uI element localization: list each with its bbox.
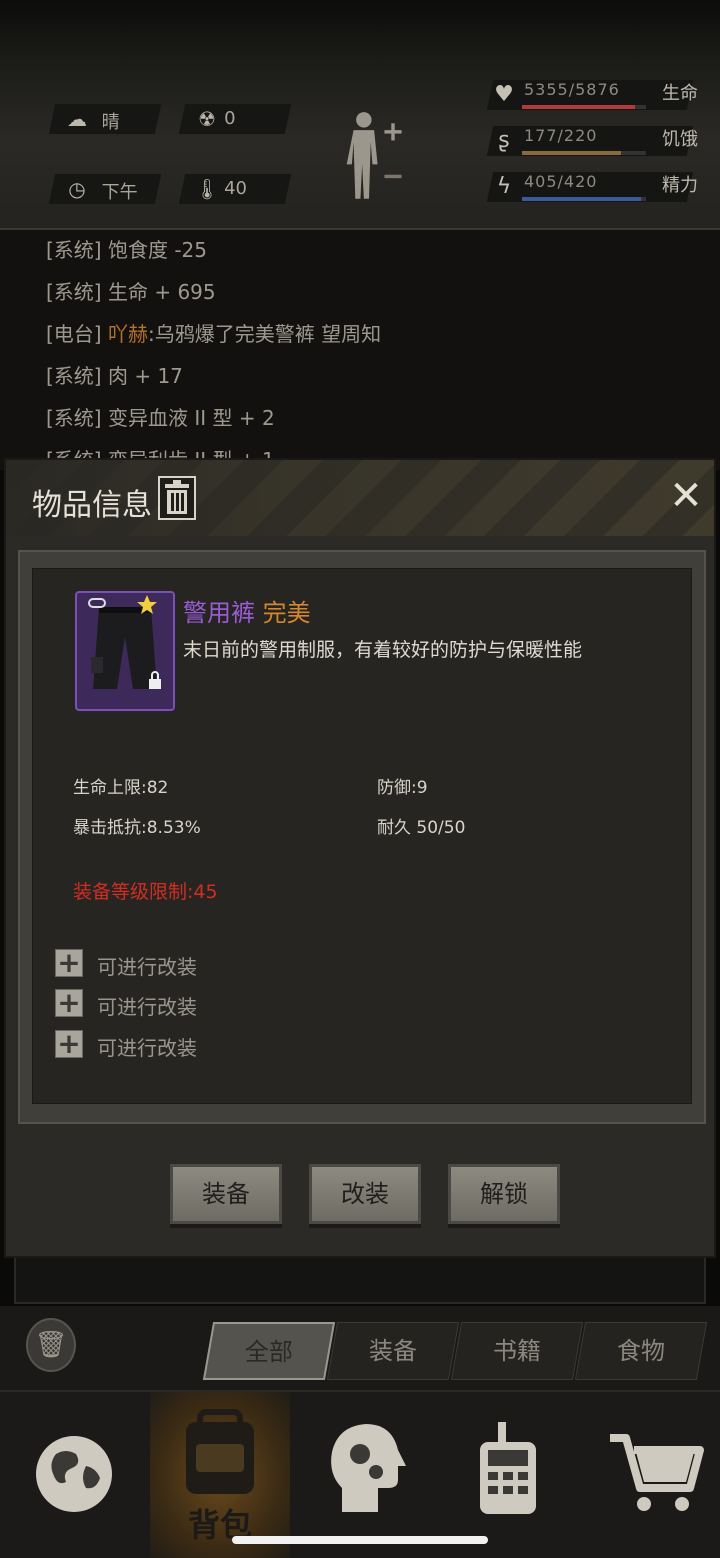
trash-icon[interactable] <box>158 476 196 520</box>
energy-stat: ϟ 405/420 精力 <box>482 168 720 206</box>
mod-slot-label: 可进行改装 <box>97 995 197 1019</box>
nav-shop[interactable] <box>582 1392 720 1558</box>
home-indicator[interactable] <box>232 1536 488 1544</box>
tab-all[interactable]: 全部 <box>202 1322 336 1380</box>
attr-durability: 耐久 50/50 <box>377 818 466 838</box>
energy-value: 405/420 <box>524 172 598 191</box>
unlock-button[interactable]: 解锁 <box>448 1164 560 1224</box>
item-info-dialog: 物品信息 ✕ 警用裤 完美 末日前的警用制服，有着较好的防护与保暖性能 生命上限… <box>4 458 716 1258</box>
temperature-value: 40 <box>224 178 248 199</box>
attr-defense: 防御:9 <box>377 778 428 798</box>
mod-slot-label: 可进行改装 <box>97 955 197 979</box>
energy-bar <box>522 197 646 201</box>
character-figure-icon[interactable] <box>345 100 405 210</box>
thermometer-icon: 🌡 <box>194 177 220 201</box>
health-value: 5355/5876 <box>524 80 620 99</box>
head-gears-icon <box>331 1424 406 1512</box>
radiation-icon: ☢ <box>198 107 216 131</box>
time-of-day: 下午 <box>101 182 138 203</box>
lightning-icon: ϟ <box>496 174 512 199</box>
shopping-cart-icon <box>610 1434 704 1511</box>
bottom-nav: 背包 <box>0 1390 720 1558</box>
log-line: [系统] 生命 + 695 <box>46 280 216 304</box>
temperature-chip: 🌡 40 <box>178 174 292 204</box>
nav-map[interactable] <box>4 1392 144 1558</box>
tab-food[interactable]: 食物 <box>574 1322 708 1380</box>
tab-equipment[interactable]: 装备 <box>326 1322 460 1380</box>
filter-tabs: 🗑 全部 装备 书籍 食物 <box>0 1306 720 1390</box>
attr-hp-max: 生命上限:82 <box>73 778 169 798</box>
item-icon <box>75 591 175 711</box>
equip-button[interactable]: 装备 <box>170 1164 282 1224</box>
item-quality: 完美 <box>262 599 311 627</box>
hunger-value: 177/220 <box>524 126 598 145</box>
weather-chip: ☁ 晴 <box>48 104 162 134</box>
mod-slot-label: 可进行改装 <box>97 1036 197 1060</box>
message-log[interactable]: [系统] 饱食度 -25 [系统] 生命 + 695 [电台] 吖赫:乌鸦爆了完… <box>0 230 720 470</box>
pants-icon <box>88 595 161 689</box>
log-line: [电台] 吖赫:乌鸦爆了完美警裤 望周知 <box>46 322 382 346</box>
log-line: [系统] 肉 + 17 <box>46 364 183 388</box>
health-label: 生命 <box>662 83 698 104</box>
plus-icon[interactable]: + <box>55 1030 83 1058</box>
weather-text: 晴 <box>101 112 120 133</box>
level-limit: 装备等级限制:45 <box>73 881 218 903</box>
globe-icon <box>36 1436 112 1512</box>
attr-crit-resist: 暴击抵抗:8.53% <box>73 818 201 838</box>
hunger-bar <box>522 151 646 155</box>
walkie-talkie-icon <box>480 1422 536 1514</box>
heart-icon: ♥ <box>494 82 514 107</box>
radiation-value: 0 <box>224 108 236 129</box>
modify-button[interactable]: 改装 <box>309 1164 421 1224</box>
dialog-actions: 装备 改装 解锁 <box>6 1164 714 1234</box>
item-title: 警用裤 <box>183 599 255 627</box>
cloud-icon: ☁ <box>67 107 87 131</box>
energy-label: 精力 <box>662 175 698 196</box>
plus-icon[interactable]: + <box>55 949 83 977</box>
clock-icon: ◷ <box>68 177 86 201</box>
health-stat: ♥ 5355/5876 生命 <box>482 76 720 114</box>
time-chip: ◷ 下午 <box>48 174 162 204</box>
tab-books[interactable]: 书籍 <box>450 1322 584 1380</box>
nav-radio[interactable] <box>438 1392 578 1558</box>
hunger-stat: ʂ 177/220 饥饿 <box>482 122 720 160</box>
plus-icon[interactable]: + <box>55 989 83 1017</box>
health-bar <box>522 105 646 109</box>
log-line: [系统] 变异血液 II 型 + 2 <box>46 406 275 430</box>
nav-backpack[interactable]: 背包 <box>150 1392 290 1558</box>
discard-icon[interactable]: 🗑 <box>26 1318 76 1372</box>
dialog-title: 物品信息 <box>32 488 152 523</box>
close-icon[interactable]: ✕ <box>666 476 706 518</box>
item-details: 警用裤 完美 末日前的警用制服，有着较好的防护与保暖性能 生命上限:82 防御:… <box>32 568 692 1104</box>
item-name: 警用裤 完美 <box>183 593 311 628</box>
item-description: 末日前的警用制服，有着较好的防护与保暖性能 <box>183 639 583 661</box>
nav-skills[interactable] <box>294 1392 434 1558</box>
hunger-label: 饥饿 <box>662 129 698 150</box>
status-bar: ☁ 晴 ☢ 0 ◷ 下午 🌡 40 ♥ 5355/5876 生命 ʂ 177/2… <box>0 0 720 230</box>
item-panel: 警用裤 完美 末日前的警用制服，有着较好的防护与保暖性能 生命上限:82 防御:… <box>18 550 706 1124</box>
stomach-icon: ʂ <box>498 128 510 153</box>
radiation-chip: ☢ 0 <box>178 104 292 134</box>
inventory-grid-edge <box>14 1258 706 1304</box>
log-line: [系统] 饱食度 -25 <box>46 238 207 262</box>
